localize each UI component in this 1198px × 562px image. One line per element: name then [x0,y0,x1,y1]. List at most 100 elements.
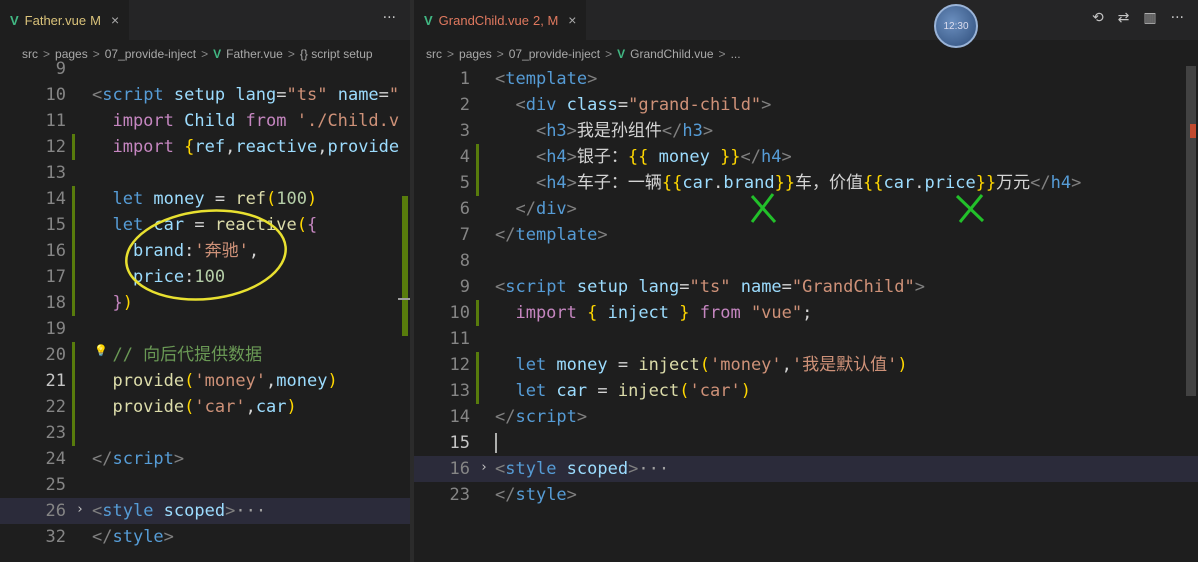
line-number: 10 [449,303,470,323]
code-line[interactable]: 10 <script setup lang="ts" name=" [0,82,410,108]
code-line[interactable]: 9 [0,56,410,82]
code-line[interactable]: 15 [414,430,1198,456]
code-editor[interactable]: 9 10 <script setup lang="ts" name=" 11 impo… [0,59,410,562]
breadcrumb-item[interactable]: src [426,47,442,61]
line-number: 8 [459,251,470,271]
code-line[interactable]: 14 </script> [414,404,1198,430]
tab-father-vue[interactable]: V Father.vue M × [0,0,130,40]
code-text: let car = reactive({ [92,215,318,235]
code-text: price:100 [92,267,226,287]
left-tab-bar: V Father.vue M × ··· [0,0,410,40]
compare-icon[interactable]: ⇄ [1118,10,1130,26]
split-editor-icon[interactable]: ▥ [1143,10,1156,26]
code-line[interactable]: 23 [0,420,410,446]
code-text: <style scoped>··· [92,501,267,521]
code-line[interactable]: 11 import Child from './Child.v [0,108,410,134]
line-number: 20 [45,345,66,365]
scrollbar[interactable] [398,66,410,562]
lightbulb-icon[interactable]: 💡 [94,344,108,357]
line-number: 11 [449,329,470,349]
code-line[interactable]: 16 <style scoped>··· [414,456,1198,482]
line-number: 23 [449,485,470,505]
close-icon[interactable]: × [111,12,119,28]
right-editor-pane: V GrandChild.vue 2, M × ⟲ ⇄ ▥ ··· 12:30 … [414,0,1198,562]
line-number: 32 [45,527,66,547]
code-line[interactable]: 32 </style> [0,524,410,550]
chevron-right-icon: > [605,47,613,61]
line-number: 2 [459,95,470,115]
code-text: let car = inject('car') [495,381,751,401]
line-number: 7 [459,225,470,245]
line-number: 14 [449,407,470,427]
breadcrumb-item[interactable]: ... [731,47,741,61]
code-line[interactable]: 8 [414,248,1198,274]
left-editor-pane: V Father.vue M × ··· src > pages >07_provid… [0,0,410,562]
code-line[interactable]: 15 let car = reactive({ [0,212,410,238]
code-line[interactable]: 26 <style scoped>··· [0,498,410,524]
chevron-right-icon: > [496,47,504,61]
code-line[interactable]: 1 <template> [414,66,1198,92]
line-number: 9 [459,277,470,297]
code-text: import { inject } from "vue"; [495,303,813,323]
text-cursor [495,433,497,453]
code-text: <script setup lang="ts" name="GrandChild… [495,277,925,297]
code-line[interactable]: 13 let car = inject('car') [414,378,1198,404]
fold-chevron-icon[interactable]: › [76,502,84,517]
line-number: 9 [55,59,66,79]
scroll-thumb[interactable] [1186,66,1196,396]
line-number: 24 [45,449,66,469]
code-line[interactable]: 24 </script> [0,446,410,472]
code-text: <div class="grand-child"> [495,95,772,115]
git-change-marker [476,300,479,326]
code-line[interactable]: 11 [414,326,1198,352]
code-line[interactable]: 14 let money = ref(100) [0,186,410,212]
code-text: <h4>银子：{{ money }}</h4> [495,147,792,167]
code-line[interactable]: 21 provide('money',money) [0,368,410,394]
line-number: 23 [45,423,66,443]
scrollbar[interactable] [1184,66,1198,562]
code-line[interactable]: 17 price:100 [0,264,410,290]
code-line[interactable]: 19 [0,316,410,342]
more-actions-icon[interactable]: ··· [1171,10,1184,26]
code-line[interactable]: 9 <script setup lang="ts" name="GrandChil… [414,274,1198,300]
code-line[interactable]: 10 import { inject } from "vue"; [414,300,1198,326]
line-number: 10 [45,85,66,105]
line-number: 12 [449,355,470,375]
code-text: </template> [495,225,608,245]
code-editor[interactable]: 1 <template> 2 <div class="grand-child"> 3 … [414,66,1198,562]
code-line[interactable]: 13 [0,160,410,186]
code-line[interactable]: 5 <h4>车子：一辆{{car.brand}}车，价值{{car.price}… [414,170,1198,196]
code-line[interactable]: 12 let money = inject('money','我是默认值') [414,352,1198,378]
more-actions-icon[interactable]: ··· [383,10,396,26]
line-number: 15 [45,215,66,235]
code-line[interactable]: 4 <h4>银子：{{ money }}</h4> [414,144,1198,170]
fold-chevron-icon[interactable]: › [480,460,488,475]
scroll-change-marker [402,196,408,336]
close-icon[interactable]: × [568,12,576,28]
line-number: 25 [45,475,66,495]
breadcrumb-item[interactable]: pages [459,47,492,61]
line-number: 16 [45,241,66,261]
tab-grandchild-vue[interactable]: V GrandChild.vue 2, M × [414,0,587,40]
code-line[interactable]: 3 <h3>我是孙组件</h3> [414,118,1198,144]
code-line[interactable]: 25 [0,472,410,498]
code-text: </style> [495,485,577,505]
history-icon[interactable]: ⟲ [1092,10,1104,26]
breadcrumb-item[interactable]: GrandChild.vue [630,47,713,61]
code-text: // 向后代提供数据 [92,345,263,365]
code-line[interactable]: 18 }) [0,290,410,316]
vue-file-icon: V [10,12,19,28]
chevron-right-icon: > [447,47,455,61]
code-line[interactable]: 20 // 向后代提供数据 [0,342,410,368]
line-number: 15 [449,433,470,453]
code-line[interactable]: 23 </style> [414,482,1198,508]
code-line[interactable]: 22 provide('car',car) [0,394,410,420]
code-line[interactable]: 12 import {ref,reactive,provide [0,134,410,160]
breadcrumb-item[interactable]: 07_provide-inject [509,47,600,61]
code-line[interactable]: 7 </template> [414,222,1198,248]
line-number: 22 [45,397,66,417]
code-line[interactable]: 6 </div> [414,196,1198,222]
code-line[interactable]: 2 <div class="grand-child"> [414,92,1198,118]
code-text: provide('car',car) [92,397,297,417]
code-line[interactable]: 16 brand:'奔驰', [0,238,410,264]
